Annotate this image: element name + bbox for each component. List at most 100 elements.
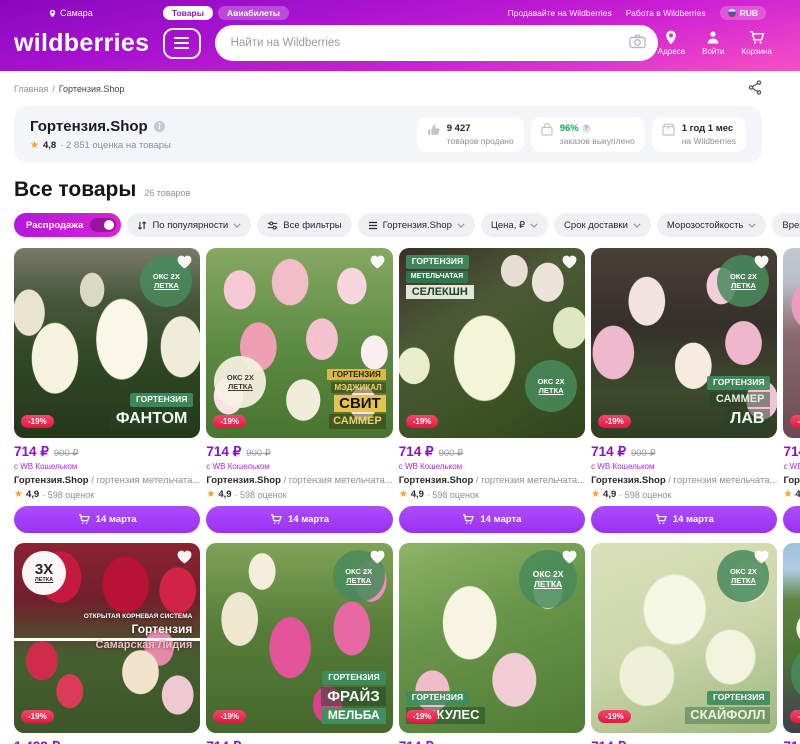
- frost-filter-dropdown[interactable]: Морозостойкость: [657, 213, 766, 237]
- sort-dropdown[interactable]: По популярности: [127, 213, 251, 237]
- product-image[interactable]: ГОРТЕНЗИЯ МЕТЕЛЬЧАТАЯ СЕЛЕКШН ОКС 2хЛЕТК…: [399, 248, 585, 438]
- chevron-down-icon: [233, 223, 241, 228]
- product-image[interactable]: ОКС 2хЛЕТКА ГОРТЕНЗИЯ СКАЙФОЛЛ -19%: [591, 543, 777, 733]
- stat-sold: 9 427товаров продано: [417, 117, 524, 152]
- sale-toggle[interactable]: Распродажа: [14, 213, 121, 237]
- currency-selector[interactable]: RUB: [720, 6, 766, 20]
- old-price: 900 ₽: [631, 448, 656, 459]
- add-to-cart-button[interactable]: 14 марта: [591, 506, 777, 533]
- favorite-icon[interactable]: [753, 549, 770, 569]
- discount-badge: -19%: [598, 415, 631, 428]
- product-image[interactable]: ОКС 2хЛЕТКА ГОРТЕНЗИЯ ПОЛАР БИР -19%: [783, 543, 800, 733]
- product-image[interactable]: 3хЛЕТКА ОТКРЫТАЯ КОРНЕВАЯ СИСТЕМА Гортен…: [14, 543, 200, 733]
- product-title[interactable]: Гортензия.Shop / гортензия метельчата...: [591, 475, 777, 486]
- shop-info-card: Гортензия.Shop ★ 4,8 · 2 851 оценка на т…: [14, 106, 762, 163]
- page-title: Все товары: [14, 178, 136, 202]
- shop-stats: 9 427товаров продано 96% ? заказов выкуп…: [417, 117, 746, 152]
- discount-badge: -19%: [213, 415, 246, 428]
- wildberries-logo[interactable]: wildberries: [14, 29, 149, 58]
- product-rating: ★4,9· 598 оценок: [399, 489, 585, 500]
- breadcrumb-home[interactable]: Главная: [14, 84, 48, 94]
- product-card[interactable]: ОКС 2хЛЕТКА ГОРТЕНЗИЯ ПОЛАР БИР -19% 714…: [783, 543, 800, 744]
- tab-avia[interactable]: Авиабилеты: [218, 6, 289, 20]
- favorite-icon[interactable]: [561, 254, 578, 274]
- help-icon[interactable]: ?: [582, 124, 591, 133]
- add-to-cart-button[interactable]: 14 марта: [206, 506, 392, 533]
- shop-rating[interactable]: ★ 4,8 · 2 851 оценка на товары: [30, 140, 171, 151]
- list-icon: [368, 221, 378, 230]
- product-card[interactable]: ОКС 2хЛЕТКА ГОРТЕНЗИЯ МЭДЖИКАЛ СВИТ САММ…: [206, 248, 392, 533]
- share-icon[interactable]: [748, 80, 762, 97]
- product-image[interactable]: ОКС 2хЛЕТКА ГОРТЕНЗИЯ СТРОБЕРРИ БЛОССОМ …: [783, 248, 800, 438]
- favorite-icon[interactable]: [176, 254, 193, 274]
- product-card[interactable]: ОКС 2хЛЕТКА ГОРТЕНЗИЯ ГЕРКУЛЕС -19% 714 …: [399, 543, 585, 744]
- breadcrumb: Главная / Гортензия.Shop: [14, 80, 762, 97]
- product-card[interactable]: ГОРТЕНЗИЯ МЕТЕЛЬЧАТАЯ СЕЛЕКШН ОКС 2хЛЕТК…: [399, 248, 585, 533]
- price: 1 428 ₽: [14, 739, 60, 744]
- nav-login[interactable]: Войти: [702, 30, 724, 56]
- product-title[interactable]: Гортензия.Shop / гортензия метельчата...: [399, 475, 585, 486]
- wallet-price-note: с WB Кошельком: [399, 462, 585, 471]
- thumbs-up-icon: [427, 123, 440, 136]
- main-header: Самара Товары Авиабилеты Продавайте на W…: [0, 0, 800, 71]
- seller-filter-dropdown[interactable]: Гортензия.Shop: [358, 213, 475, 237]
- header-nav: Адреса Войти Корзина: [658, 30, 772, 56]
- product-card[interactable]: ОКС 2хЛЕТКА ГОРТЕНЗИЯ ФРАЙЗ МЕЛЬБА -19% …: [206, 543, 392, 744]
- chevron-down-icon: [748, 223, 756, 228]
- variety-labels: ГОРТЕНЗИЯ МЕТЕЛЬЧАТАЯ СЕЛЕКШН: [406, 255, 474, 299]
- sell-on-wb-link[interactable]: Продавайте на Wildberries: [508, 8, 612, 18]
- discount-badge: -19%: [21, 710, 54, 723]
- delivery-filter-dropdown[interactable]: Срок доставки: [554, 213, 651, 237]
- product-title[interactable]: Гортензия.Shop / гортензия метельчата...: [206, 475, 392, 486]
- discount-badge: -19%: [213, 710, 246, 723]
- product-image[interactable]: ОКС 2хЛЕТКА ГОРТЕНЗИЯ ГЕРКУЛЕС -19%: [399, 543, 585, 733]
- wallet-price-note: с WB Кошельком: [14, 462, 200, 471]
- discount-badge: -19%: [21, 415, 54, 428]
- product-image[interactable]: ОКС 2хЛЕТКА ГОРТЕНЗИЯ МЭДЖИКАЛ СВИТ САММ…: [206, 248, 392, 438]
- tab-goods[interactable]: Товары: [163, 6, 213, 20]
- wallet-price-note: с WB Кошельком: [591, 462, 777, 471]
- jobs-link[interactable]: Работа в Wildberries: [626, 8, 706, 18]
- search-bar: [215, 25, 658, 61]
- discount-badge: -19%: [406, 415, 439, 428]
- info-icon[interactable]: [153, 120, 166, 133]
- search-input[interactable]: [215, 25, 658, 61]
- product-title[interactable]: Гортензия.Shop / гортензия метельчата...: [14, 475, 200, 486]
- cart-icon: [749, 30, 765, 45]
- product-image[interactable]: ОКС 2хЛЕТКА ГОРТЕНЗИЯ ФАНТОМ -19%: [14, 248, 200, 438]
- add-to-cart-button[interactable]: 14 марта: [783, 506, 800, 533]
- price: 714 ₽: [783, 444, 800, 460]
- cart-icon: [270, 514, 282, 525]
- variety-labels: ГОРТЕНЗИЯ МЭДЖИКАЛ СВИТ САММЕР: [327, 369, 385, 429]
- favorite-icon[interactable]: [369, 549, 386, 569]
- product-image[interactable]: ОКС 2хЛЕТКА ГОРТЕНЗИЯ ФРАЙЗ МЕЛЬБА -19%: [206, 543, 392, 733]
- add-to-cart-button[interactable]: 14 марта: [14, 506, 200, 533]
- product-rating: ★4,9· 598 оценок: [206, 489, 392, 500]
- nav-addresses[interactable]: Адреса: [658, 30, 685, 56]
- product-title[interactable]: Гортензия.Shop / гортензия метельчата...: [783, 475, 800, 486]
- ripening-filter-dropdown[interactable]: Время созревания: [772, 213, 800, 237]
- all-filters-button[interactable]: Все фильтры: [257, 213, 351, 237]
- nav-cart[interactable]: Корзина: [742, 30, 772, 56]
- old-price: 900 ₽: [439, 448, 464, 459]
- add-to-cart-button[interactable]: 14 марта: [399, 506, 585, 533]
- product-image[interactable]: ОКС 2хЛЕТКА ГОРТЕНЗИЯ САММЕР ЛАВ -19%: [591, 248, 777, 438]
- catalog-menu-button[interactable]: [163, 28, 200, 59]
- favorite-icon[interactable]: [176, 549, 193, 569]
- favorite-icon[interactable]: [753, 254, 770, 274]
- variety-labels: ГОРТЕНЗИЯ ФРАЙЗ МЕЛЬБА: [321, 671, 386, 724]
- favorite-icon[interactable]: [369, 254, 386, 274]
- old-price: 900 ₽: [246, 448, 271, 459]
- city-selector[interactable]: Самара: [48, 8, 93, 19]
- favorite-icon[interactable]: [561, 549, 578, 569]
- photo-search-icon[interactable]: [629, 34, 646, 54]
- cart-icon: [462, 514, 474, 525]
- filters-icon: [267, 220, 278, 231]
- price-filter-dropdown[interactable]: Цена, ₽: [481, 213, 548, 237]
- price: 714 ₽: [783, 739, 800, 744]
- product-card[interactable]: ОКС 2хЛЕТКА ГОРТЕНЗИЯ СКАЙФОЛЛ -19% 714 …: [591, 543, 777, 744]
- product-card[interactable]: ОКС 2хЛЕТКА ГОРТЕНЗИЯ СТРОБЕРРИ БЛОССОМ …: [783, 248, 800, 533]
- product-card[interactable]: ОКС 2хЛЕТКА ГОРТЕНЗИЯ ФАНТОМ -19% 714 ₽9…: [14, 248, 200, 533]
- product-card[interactable]: ОКС 2хЛЕТКА ГОРТЕНЗИЯ САММЕР ЛАВ -19% 71…: [591, 248, 777, 533]
- product-card[interactable]: 3хЛЕТКА ОТКРЫТАЯ КОРНЕВАЯ СИСТЕМА Гортен…: [14, 543, 200, 744]
